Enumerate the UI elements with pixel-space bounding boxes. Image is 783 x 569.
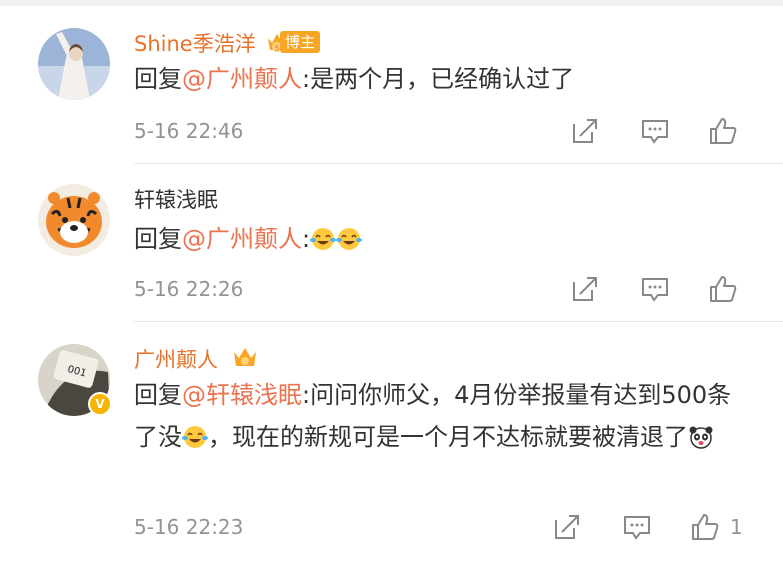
comment-content: 回复@广州颠人:是两个月，已经确认过了 xyxy=(134,58,754,100)
timestamp: 5-16 22:46 xyxy=(134,119,244,143)
like-icon[interactable] xyxy=(690,512,720,542)
timestamp: 5-16 22:26 xyxy=(134,277,244,301)
avatar[interactable] xyxy=(38,184,110,256)
username[interactable]: Shine季浩洋 xyxy=(134,30,256,58)
comment-content: 回复@轩辕浅眠:问问你师父，4月份举报量有达到500条了没 ，现在的新规可是一个… xyxy=(134,374,754,458)
crown-icon xyxy=(234,348,256,366)
laugh-cry-emoji xyxy=(336,228,363,250)
share-icon[interactable] xyxy=(552,512,582,542)
comment-item: Shine季浩洋 5 博主 回复@广州颠人:是两个月，已经确认过了 5-16 2… xyxy=(0,6,783,164)
mention-link[interactable]: @轩辕浅眠 xyxy=(182,381,302,409)
like-icon[interactable] xyxy=(708,116,738,146)
laugh-cry-emoji xyxy=(310,228,337,250)
avatar[interactable] xyxy=(38,28,110,100)
share-icon[interactable] xyxy=(570,116,600,146)
comment-text-part2: ，现在的新规可是一个月不达标就要被清退了 xyxy=(208,423,688,451)
comment-icon[interactable] xyxy=(622,512,652,542)
timestamp: 5-16 22:23 xyxy=(134,515,244,539)
username[interactable]: 轩辕浅眠 xyxy=(134,186,218,214)
reply-prefix: 回复 xyxy=(134,225,182,253)
verified-badge: V xyxy=(88,392,112,416)
reply-prefix: 回复 xyxy=(134,65,182,93)
share-icon[interactable] xyxy=(570,274,600,304)
comment-text: :是两个月，已经确认过了 xyxy=(302,65,575,93)
mention-link[interactable]: @广州颠人 xyxy=(182,225,302,253)
comment-icon[interactable] xyxy=(640,116,670,146)
comment-icon[interactable] xyxy=(640,274,670,304)
comment-item: 轩辕浅眠 回复@广州颠人: 5-16 22:26 xyxy=(0,164,783,322)
mention-link[interactable]: @广州颠人 xyxy=(182,65,302,93)
comment-content: 回复@广州颠人: xyxy=(134,218,754,260)
comment-item: 001 V 广州颠人 回复@轩辕浅眠:问问你师父，4月份举报量有达到500条了没… xyxy=(0,322,783,569)
reply-prefix: 回复 xyxy=(134,381,182,409)
panda-emoji xyxy=(689,426,713,449)
like-count: 1 xyxy=(730,515,743,539)
laugh-cry-emoji xyxy=(182,426,208,448)
svg-text:5: 5 xyxy=(274,44,279,53)
like-icon[interactable] xyxy=(708,274,738,304)
comment-text: : xyxy=(302,225,311,253)
badge-label: 博主 xyxy=(280,31,321,53)
username[interactable]: 广州颠人 xyxy=(134,346,218,374)
